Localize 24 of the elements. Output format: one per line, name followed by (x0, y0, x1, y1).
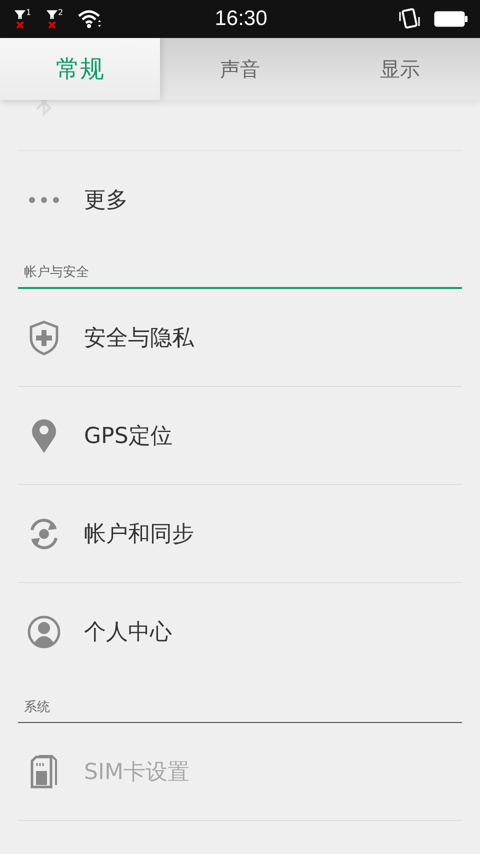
shield-icon (28, 320, 60, 356)
item-label: 更多 (84, 186, 128, 214)
more-icon (28, 196, 60, 204)
sim-card-icon (29, 754, 59, 788)
settings-item[interactable]: GPS定位 (18, 387, 462, 485)
wifi-icon (78, 9, 104, 29)
battery-icon (434, 10, 468, 28)
section-header: 帐户与安全 (24, 264, 89, 281)
item-label: GPS定位 (84, 422, 172, 450)
section-header: 系统 (24, 699, 50, 716)
item-label: 帐户和同步 (84, 520, 194, 548)
item-label: 个人中心 (84, 618, 172, 646)
person-icon (27, 614, 61, 648)
settings-item[interactable]: 个人中心 (18, 583, 462, 681)
settings-item[interactable]: 更多 (18, 151, 462, 249)
tab[interactable]: 显示 (320, 38, 480, 100)
item-label: 安全与隐私 (84, 324, 194, 352)
clock-time: 16:30 (214, 7, 268, 31)
location-pin-icon (30, 418, 58, 454)
tab[interactable]: 声音 (160, 38, 320, 100)
settings-item[interactable]: 帐户和同步 (18, 485, 462, 583)
vibrate-icon (398, 8, 422, 30)
item-label: SIM卡设置 (84, 758, 190, 786)
settings-item[interactable]: 安全与隐私 (18, 289, 462, 387)
